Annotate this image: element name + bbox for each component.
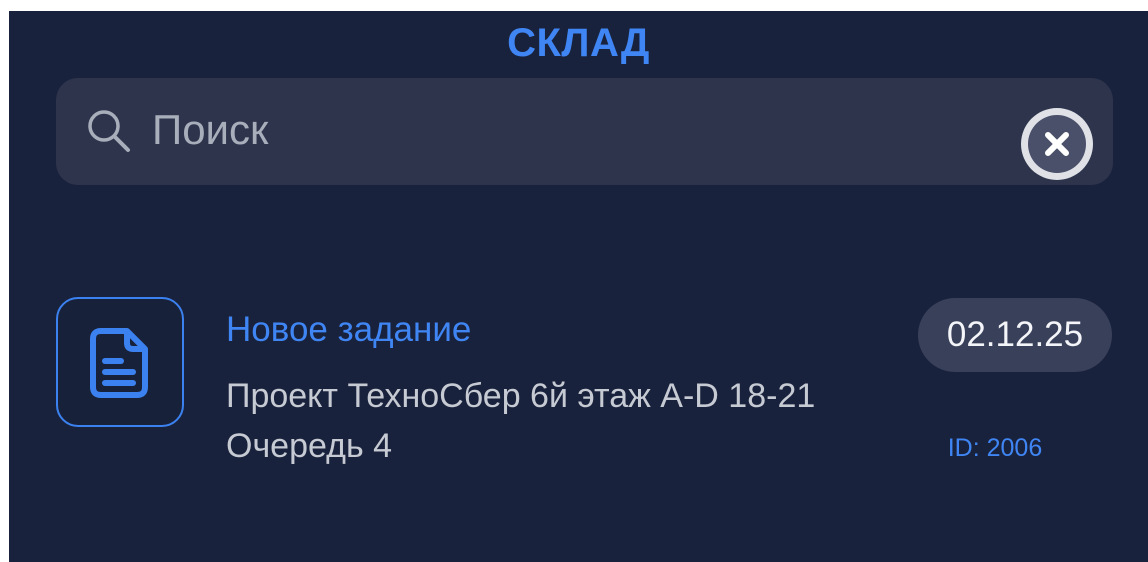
task-date-badge: 02.12.25 (918, 298, 1112, 372)
clear-search-icon[interactable] (1019, 106, 1095, 182)
task-description: Проект ТехноСбер 6й этаж A-D 18-21 Очере… (226, 377, 816, 465)
warehouse-screen: СКЛАД Нов (9, 11, 1148, 562)
task-title: Новое задание (226, 310, 472, 349)
search-input[interactable] (152, 100, 992, 160)
task-list-item[interactable]: Новое задание Проект ТехноСбер 6й этаж A… (56, 297, 1113, 467)
page-title: СКЛАД (507, 21, 650, 65)
search-bar[interactable] (56, 78, 1113, 185)
task-icon-tile (56, 297, 184, 427)
task-id: ID: 2006 (947, 434, 1043, 462)
search-icon (84, 106, 134, 156)
document-icon (90, 328, 148, 398)
